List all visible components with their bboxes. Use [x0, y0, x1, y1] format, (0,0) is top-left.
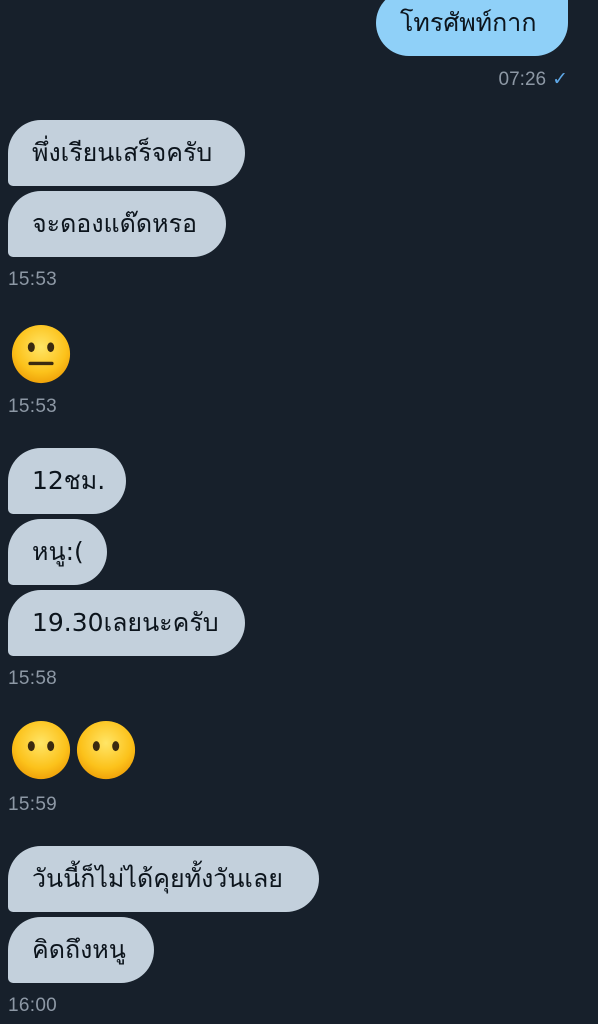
message-text: หนู:( — [32, 537, 84, 566]
face-without-mouth-emoji-icon[interactable] — [75, 719, 137, 781]
checkmark-icon: ✓ — [552, 69, 568, 90]
message-text: คิดถึงหนู — [32, 935, 126, 964]
message-timestamp: 15:53 — [8, 396, 58, 417]
incoming-message-bubble[interactable]: 12ชม. — [8, 448, 126, 514]
neutral-face-emoji-icon[interactable] — [10, 323, 72, 385]
incoming-message-bubble[interactable]: จะดองแด๊ดหรอ — [8, 191, 226, 257]
message-timestamp: 15:53 — [8, 269, 58, 290]
incoming-message-bubble[interactable]: 19.30เลยนะครับ — [8, 590, 245, 656]
face-without-mouth-emoji-icon[interactable] — [10, 719, 72, 781]
incoming-message-bubble[interactable]: วันนี้ก็ไม่ได้คุยทั้งวันเลย — [8, 846, 319, 912]
message-timestamp: 15:59 — [8, 794, 58, 815]
outgoing-message-bubble[interactable]: โทรศัพท์กาก — [376, 0, 568, 56]
message-text: 19.30เลยนะครับ — [32, 608, 219, 637]
message-text: 12ชม. — [32, 466, 106, 495]
message-timestamp: 07:26 ✓ — [498, 68, 568, 91]
message-text: วันนี้ก็ไม่ได้คุยทั้งวันเลย — [32, 864, 283, 893]
incoming-message-bubble[interactable]: หนู:( — [8, 519, 107, 585]
message-text: โทรศัพท์กาก — [400, 8, 537, 37]
message-text: จะดองแด๊ดหรอ — [32, 209, 198, 238]
incoming-message-bubble[interactable]: คิดถึงหนู — [8, 917, 154, 983]
incoming-message-bubble[interactable]: พึ่งเรียนเสร็จครับ — [8, 120, 245, 186]
message-timestamp: 15:58 — [8, 668, 58, 689]
message-text: พึ่งเรียนเสร็จครับ — [32, 138, 213, 167]
message-timestamp: 16:00 — [8, 995, 58, 1016]
